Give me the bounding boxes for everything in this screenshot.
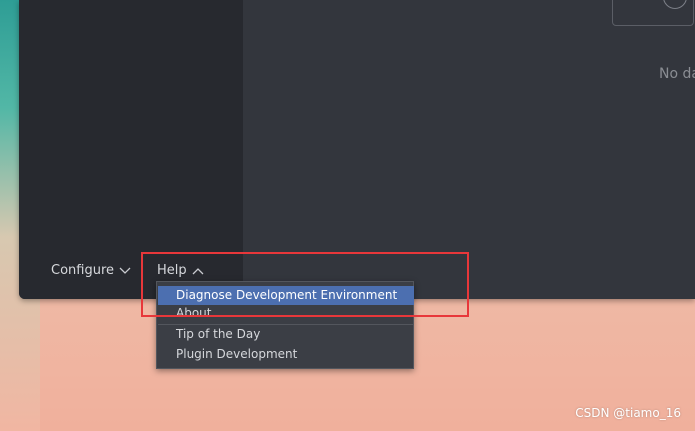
configure-button[interactable]: Configure bbox=[51, 263, 131, 278]
empty-state-text: No da bbox=[659, 66, 695, 82]
welcome-sidebar bbox=[19, 0, 243, 299]
menu-item-plugin-development[interactable]: Plugin Development bbox=[158, 345, 414, 364]
menu-item-tip-of-the-day[interactable]: Tip of the Day bbox=[158, 325, 414, 344]
search-icon bbox=[663, 0, 687, 9]
configure-label: Configure bbox=[51, 263, 115, 278]
welcome-content-panel bbox=[243, 0, 695, 299]
ide-welcome-window bbox=[19, 0, 695, 299]
menu-item-about[interactable]: About bbox=[158, 304, 414, 323]
chevron-up-icon bbox=[192, 267, 204, 274]
help-button[interactable]: Help bbox=[157, 263, 204, 278]
help-label: Help bbox=[157, 263, 187, 278]
help-dropdown-menu: Diagnose Development Environment About T… bbox=[156, 281, 414, 369]
search-input[interactable] bbox=[612, 0, 694, 26]
menu-item-diagnose[interactable]: Diagnose Development Environment bbox=[158, 286, 414, 305]
chevron-down-icon bbox=[119, 267, 131, 274]
watermark-text: CSDN @tiamo_16 bbox=[575, 406, 681, 420]
